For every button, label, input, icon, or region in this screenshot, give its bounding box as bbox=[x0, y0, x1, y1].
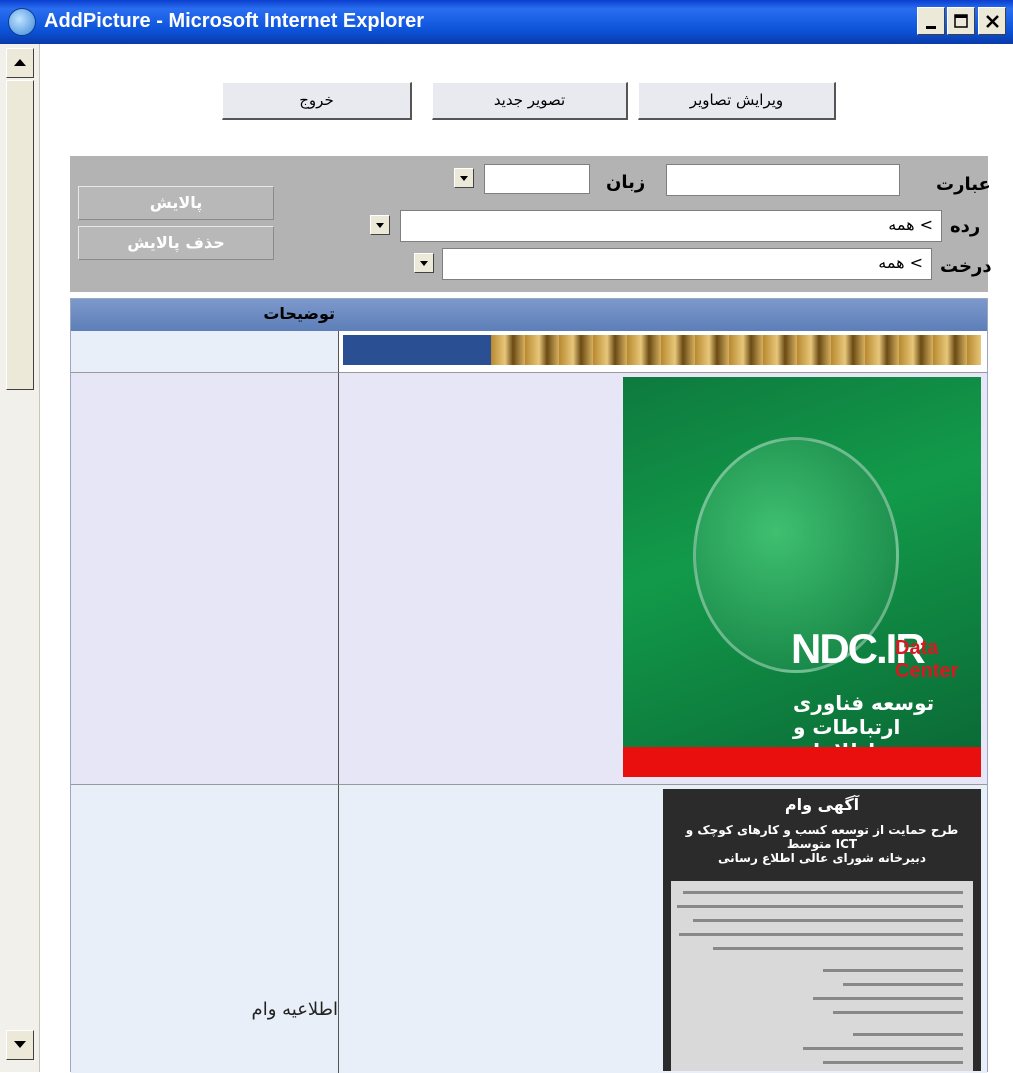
category-select[interactable]: همه < bbox=[400, 210, 942, 242]
text-line bbox=[813, 997, 963, 1000]
close-button[interactable] bbox=[978, 7, 1006, 35]
text-line bbox=[823, 1061, 963, 1064]
image-cell bbox=[339, 331, 987, 373]
filter-panel: عبارت زبان رده همه < درخت همه < پالایش ح… bbox=[70, 156, 992, 292]
loan-notice-body bbox=[671, 881, 973, 1071]
remove-filter-button[interactable]: حذف پالایش bbox=[78, 226, 274, 260]
text-line bbox=[679, 933, 963, 936]
ie-logo-icon bbox=[8, 8, 36, 36]
language-select[interactable] bbox=[484, 164, 590, 194]
text-line bbox=[823, 969, 963, 972]
table-row bbox=[71, 373, 339, 785]
language-label: زبان bbox=[606, 172, 646, 193]
category-dropdown-icon[interactable] bbox=[370, 215, 390, 235]
datacenter-text: Data Center bbox=[895, 637, 959, 682]
title-bar: AddPicture - Microsoft Internet Explorer bbox=[0, 0, 1013, 44]
vertical-scrollbar[interactable] bbox=[0, 44, 40, 1072]
description-header: توضیحات bbox=[263, 304, 335, 323]
category-label: رده bbox=[950, 216, 981, 237]
loan-notice-image[interactable]: آگهی وام طرح حمایت از توسعه کسب و کارهای… bbox=[663, 789, 981, 1071]
text-line bbox=[833, 1011, 963, 1014]
red-footer-bar bbox=[623, 747, 981, 777]
banner-blue bbox=[343, 335, 491, 365]
loan-notice-title: آگهی وام bbox=[784, 795, 860, 814]
text-line bbox=[713, 947, 963, 950]
text-line bbox=[803, 1047, 963, 1050]
phrase-input[interactable] bbox=[666, 164, 900, 196]
text-line bbox=[843, 983, 963, 986]
exit-button[interactable]: خروج bbox=[222, 82, 412, 120]
language-dropdown-icon[interactable] bbox=[454, 168, 474, 188]
scroll-thumb[interactable] bbox=[6, 80, 34, 390]
text-line bbox=[693, 919, 963, 922]
table-row bbox=[71, 331, 339, 373]
text-line bbox=[683, 891, 963, 894]
text-line bbox=[677, 905, 963, 908]
ornamental-banner-image[interactable] bbox=[491, 335, 981, 365]
text-line bbox=[853, 1033, 963, 1036]
maximize-button[interactable] bbox=[947, 7, 975, 35]
minimize-button[interactable] bbox=[917, 7, 945, 35]
tree-label: درخت bbox=[940, 256, 992, 277]
filter-button[interactable]: پالایش bbox=[78, 186, 274, 220]
tree-dropdown-icon[interactable] bbox=[414, 253, 434, 273]
image-cell: NDC.IR Data Center توسعه فناوری ارتباطات… bbox=[339, 373, 987, 785]
image-cell: آگهی وام طرح حمایت از توسعه کسب و کارهای… bbox=[339, 785, 987, 1073]
ndc-datacenter-image[interactable]: NDC.IR Data Center توسعه فناوری ارتباطات… bbox=[623, 377, 981, 777]
table-row: اطلاعیه وام bbox=[71, 785, 339, 1073]
window-title: AddPicture - Microsoft Internet Explorer bbox=[44, 10, 425, 32]
loan-notice-line2: دبیرخانه شورای عالی اطلاع رسانی bbox=[718, 851, 926, 865]
table-header: توضیحات bbox=[71, 299, 987, 331]
loan-notice-line1: طرح حمایت از توسعه کسب و کارهای کوچک و م… bbox=[685, 823, 959, 851]
page-content: خروج تصویر جدید ویرایش تصاویر عبارت زبان… bbox=[40, 44, 1013, 1073]
new-image-button[interactable]: تصویر جدید bbox=[432, 82, 628, 120]
scroll-down-button[interactable] bbox=[6, 1030, 34, 1060]
images-table: توضیحات NDC.IR Data Center توسعه فناوری … bbox=[70, 298, 988, 1073]
scroll-up-button[interactable] bbox=[6, 48, 34, 78]
edit-images-button[interactable]: ویرایش تصاویر bbox=[638, 82, 836, 120]
description-cell: اطلاعیه وام bbox=[251, 999, 338, 1020]
tree-select[interactable]: همه < bbox=[442, 248, 932, 280]
phrase-label: عبارت bbox=[936, 174, 991, 195]
